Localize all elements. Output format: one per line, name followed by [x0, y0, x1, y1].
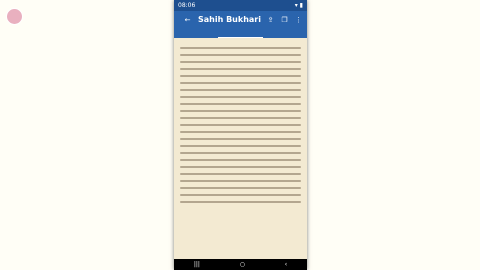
text-line	[180, 124, 301, 126]
status-time: 08:06	[178, 2, 196, 9]
app-bar: ← Sahih Bukhari ⇪ ❐ ⋮	[174, 11, 307, 28]
text-line	[180, 187, 301, 189]
text-line	[180, 173, 301, 175]
text-line	[180, 103, 301, 105]
status-bar: 08:06 ▾ ▮	[174, 0, 307, 11]
recent-apps-icon[interactable]: |||	[194, 261, 200, 268]
hadith-text	[174, 38, 307, 259]
tab-strip	[174, 28, 307, 38]
text-line	[180, 145, 301, 147]
text-line	[180, 47, 301, 49]
text-line	[180, 194, 301, 196]
text-line	[180, 89, 301, 91]
avatar	[6, 8, 23, 25]
share-icon[interactable]: ⇪	[266, 15, 275, 24]
copy-icon[interactable]: ❐	[280, 15, 289, 24]
text-line	[180, 68, 301, 70]
tab-item[interactable]	[174, 28, 218, 38]
text-line	[180, 166, 301, 168]
text-line	[180, 152, 301, 154]
text-line	[180, 82, 301, 84]
home-icon[interactable]: ○	[240, 261, 245, 268]
text-line	[180, 138, 301, 140]
nav-back-icon[interactable]: ‹	[285, 261, 287, 268]
text-line	[180, 96, 301, 98]
status-icons: ▾ ▮	[294, 2, 303, 9]
text-line	[180, 131, 301, 133]
text-line	[180, 110, 301, 112]
back-icon[interactable]: ←	[183, 15, 192, 24]
text-line	[180, 54, 301, 56]
text-line	[180, 117, 301, 119]
system-nav-bar: ||| ○ ‹	[174, 259, 307, 270]
text-line	[180, 180, 301, 182]
phone-screen: 08:06 ▾ ▮ ← Sahih Bukhari ⇪ ❐ ⋮ ||| ○ ‹	[174, 0, 307, 270]
tab-item-active[interactable]	[218, 28, 263, 38]
text-line	[180, 75, 301, 77]
more-icon[interactable]: ⋮	[294, 15, 303, 24]
text-line	[180, 201, 301, 203]
text-line	[180, 159, 301, 161]
app-title: Sahih Bukhari	[198, 15, 261, 24]
text-line	[180, 61, 301, 63]
tab-item[interactable]	[263, 28, 307, 38]
